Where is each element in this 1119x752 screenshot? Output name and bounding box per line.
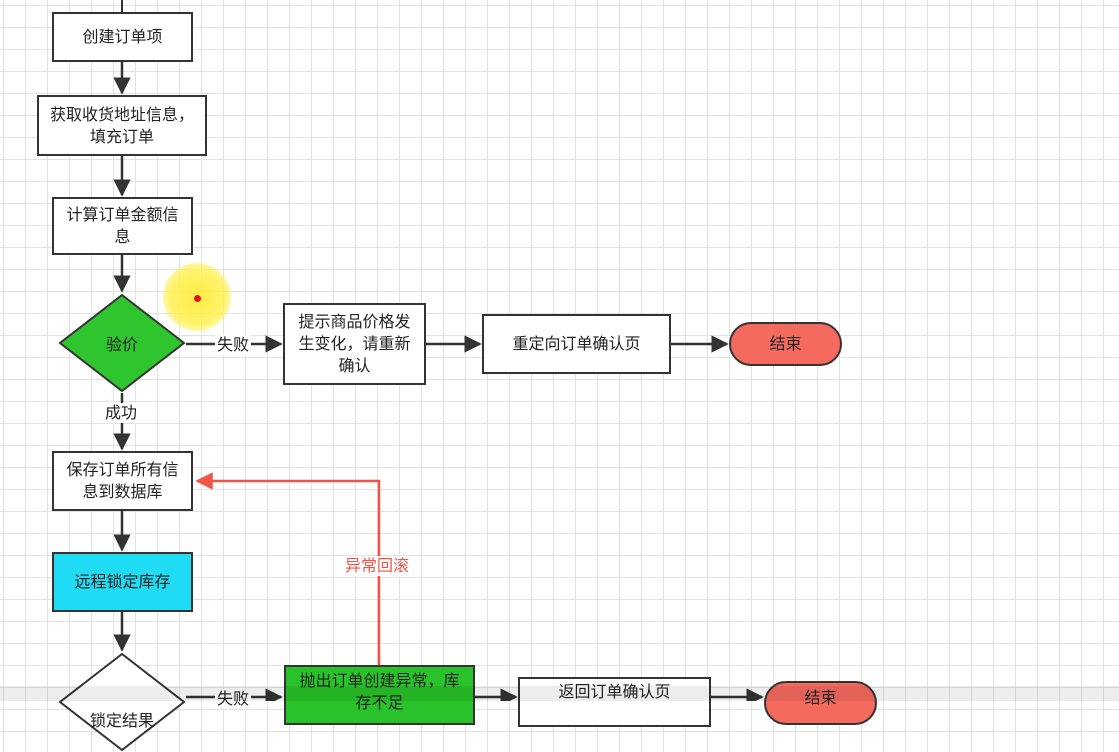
edge-label-verify-fail: 失败 xyxy=(215,335,252,355)
node-create-order-items-label: 创建订单项 xyxy=(82,27,163,46)
decision-lock-result-shape xyxy=(58,652,186,752)
terminal-end-1: 结束 xyxy=(729,322,842,366)
node-redirect-confirm: 重定向订单确认页 xyxy=(482,314,671,374)
node-get-address: 获取收货地址信息，填充订单 xyxy=(37,95,207,156)
cursor-highlight xyxy=(163,263,231,331)
node-save-order-label: 保存订单所有信息到数据库 xyxy=(66,460,179,501)
node-redirect-confirm-label: 重定向订单确认页 xyxy=(512,334,641,353)
edge-label-rollback: 异常回滚 xyxy=(343,556,412,576)
node-prompt-price-change: 提示商品价格发生变化，请重新确认 xyxy=(283,303,426,385)
node-calc-amount-label: 计算订单金额信息 xyxy=(66,205,179,246)
node-get-address-label: 获取收货地址信息，填充订单 xyxy=(49,104,194,146)
node-calc-amount: 计算订单金额信息 xyxy=(52,197,193,255)
node-save-order: 保存订单所有信息到数据库 xyxy=(52,451,193,511)
edge-label-verify-success: 成功 xyxy=(103,403,140,423)
node-lock-stock: 远程锁定库存 xyxy=(52,552,193,612)
cursor-dot xyxy=(194,295,201,302)
decision-lock-result-label: 锁定结果 xyxy=(89,711,154,730)
decision-lock-result: 锁定结果 xyxy=(58,652,186,752)
node-prompt-price-change-label: 提示商品价格发生变化，请重新确认 xyxy=(298,312,411,375)
node-lock-stock-label: 远程锁定库存 xyxy=(74,572,171,591)
decision-verify-price-label: 验价 xyxy=(105,335,138,354)
terminal-end-1-label: 结束 xyxy=(769,334,802,353)
node-return-confirm: 返回订单确认页 xyxy=(518,677,711,727)
bottom-shade xyxy=(0,686,1119,701)
node-create-order-items: 创建订单项 xyxy=(52,12,193,62)
